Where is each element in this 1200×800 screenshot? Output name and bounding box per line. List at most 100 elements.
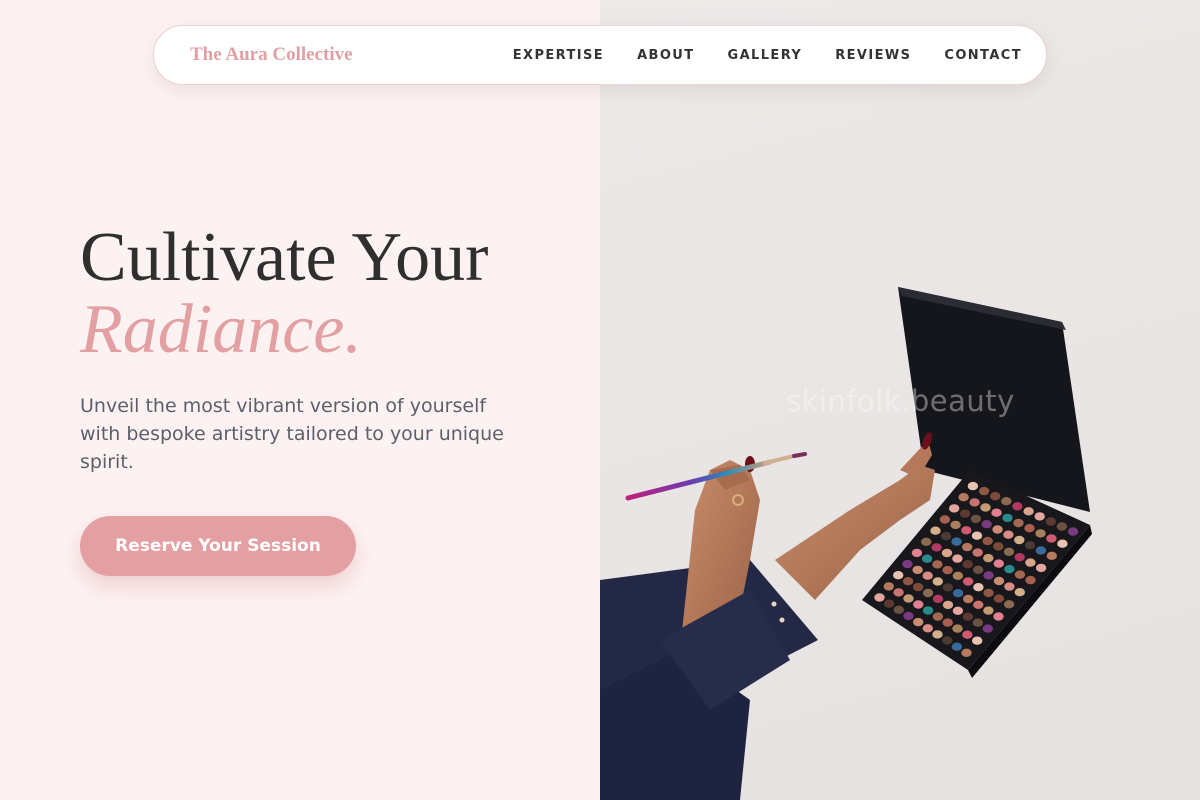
eyeshadow-pan xyxy=(1014,535,1025,545)
eyeshadow-pan xyxy=(983,571,994,580)
eyeshadow-pan xyxy=(981,520,992,529)
hero-photo: skinfolk.beauty xyxy=(600,0,1200,800)
eyeshadow-pan xyxy=(912,565,923,575)
eyeshadow-pan xyxy=(951,642,963,651)
eyeshadow-pan xyxy=(932,630,943,639)
eyeshadow-pan xyxy=(983,606,994,615)
eyeshadow-pan xyxy=(1056,522,1068,531)
eyeshadow-pan xyxy=(930,526,941,535)
eyeshadow-pan xyxy=(932,594,944,604)
eyeshadow-pan xyxy=(961,526,972,535)
eyeshadow-pan xyxy=(1014,588,1025,597)
eyeshadow-pan xyxy=(952,571,964,580)
eyeshadow-pan xyxy=(993,542,1004,551)
eyeshadow-pan xyxy=(962,630,973,639)
eyeshadow-pan xyxy=(949,504,960,513)
eyeshadow-pan xyxy=(1013,518,1024,528)
eyeshadow-pan xyxy=(1034,512,1045,521)
eyeshadow-pan xyxy=(1001,497,1012,506)
eyeshadow-pan xyxy=(962,577,974,586)
eyeshadow-pan xyxy=(982,536,993,546)
eyeshadow-pan xyxy=(993,576,1005,586)
eyeshadow-pan xyxy=(952,606,964,615)
eyeshadow-pan xyxy=(883,599,895,608)
eyeshadow-pan xyxy=(1023,507,1034,516)
eyeshadow-pan xyxy=(913,600,924,609)
eyeshadow-pan xyxy=(993,594,1005,603)
eyeshadow-pan xyxy=(961,648,972,657)
eyeshadow-pan xyxy=(1035,546,1047,555)
eyeshadow-pan xyxy=(951,537,962,546)
top-navigation: The Aura Collective EXPERTISE ABOUT GALL… xyxy=(153,25,1047,85)
nav-link-contact[interactable]: CONTACT xyxy=(944,48,1022,63)
eyeshadow-pan xyxy=(902,559,913,569)
eyeshadow-pan xyxy=(1004,582,1015,591)
eyeshadow-pan xyxy=(973,565,984,574)
eyeshadow-pan xyxy=(952,589,964,598)
nav-links: EXPERTISE ABOUT GALLERY REVIEWS CONTACT xyxy=(513,48,1022,63)
eyeshadow-pan xyxy=(874,593,885,602)
eyeshadow-pan xyxy=(983,553,994,563)
eyeshadow-pan xyxy=(952,554,963,563)
eyeshadow-pan xyxy=(993,612,1004,621)
eyeshadow-pan xyxy=(1003,600,1015,609)
eyeshadow-pan xyxy=(958,493,969,502)
eyeshadow-pan xyxy=(912,582,924,592)
eyeshadow-pan xyxy=(1024,541,1036,550)
eyeshadow-pan xyxy=(942,636,953,645)
eyeshadow-pan xyxy=(931,543,942,552)
eyeshadow-pan xyxy=(922,606,934,615)
eyeshadow-pan xyxy=(993,559,1004,568)
eyeshadow-pan xyxy=(992,525,1003,534)
eyeshadow-pan xyxy=(1025,558,1036,567)
nav-link-about[interactable]: ABOUT xyxy=(637,48,694,63)
eyeshadow-pan xyxy=(902,577,914,586)
eyeshadow-pan xyxy=(903,594,914,603)
eyeshadow-pan xyxy=(971,531,983,540)
nav-link-expertise[interactable]: EXPERTISE xyxy=(513,48,604,63)
eyeshadow-pan xyxy=(911,548,923,558)
eyeshadow-pan xyxy=(952,624,963,633)
eyeshadow-pan xyxy=(1012,502,1023,511)
eyeshadow-pan xyxy=(962,612,974,621)
nav-link-reviews[interactable]: REVIEWS xyxy=(835,48,911,63)
eyeshadow-pan xyxy=(940,531,952,541)
eyeshadow-pan xyxy=(972,618,984,627)
eyeshadow-pan xyxy=(970,514,982,524)
eyeshadow-pan xyxy=(893,588,904,597)
eyeshadow-pan xyxy=(903,611,914,621)
eyeshadow-pan xyxy=(982,624,993,633)
eyeshadow-pan xyxy=(1067,527,1079,536)
eyeshadow-pan xyxy=(922,624,933,633)
eyeshadow-pan xyxy=(972,636,983,645)
eyeshadow-pan xyxy=(1035,529,1046,538)
eyeshadow-pan xyxy=(962,560,973,569)
reserve-session-button[interactable]: Reserve Your Session xyxy=(80,516,356,576)
eyeshadow-pan xyxy=(1003,547,1015,556)
eyeshadow-pan xyxy=(1014,553,1025,562)
eyeshadow-pan xyxy=(1002,513,1013,523)
eyeshadow-pan xyxy=(1046,534,1057,543)
eyeshadow-pan xyxy=(922,571,933,580)
brand-logo[interactable]: The Aura Collective xyxy=(190,44,353,66)
eyeshadow-pan xyxy=(978,486,990,496)
eyeshadow-pan xyxy=(963,594,974,604)
eyeshadow-pan xyxy=(950,520,961,530)
eyeshadow-pan xyxy=(980,503,991,512)
hero-heading-line1: Cultivate Your xyxy=(80,219,489,296)
eyeshadow-pan xyxy=(1004,564,1015,574)
nav-link-gallery[interactable]: GALLERY xyxy=(728,48,803,63)
eyeshadow-pan xyxy=(1003,530,1014,539)
eyeshadow-pan xyxy=(883,582,894,591)
photo-watermark: skinfolk.beauty xyxy=(786,384,1015,418)
eyeshadow-pan xyxy=(932,577,943,586)
eyeshadow-pan xyxy=(1045,517,1056,526)
eyeshadow-pan xyxy=(922,588,934,598)
eyeshadow-pan xyxy=(990,492,1001,501)
eyeshadow-pan xyxy=(1014,570,1026,579)
hero-subtitle: Unveil the most vibrant version of yours… xyxy=(80,395,504,473)
eyeshadow-pan xyxy=(942,583,954,592)
eyeshadow-pan xyxy=(942,565,953,575)
eyeshadow-pan xyxy=(932,560,943,569)
hero-heading-accent: Radiance. xyxy=(80,291,362,368)
